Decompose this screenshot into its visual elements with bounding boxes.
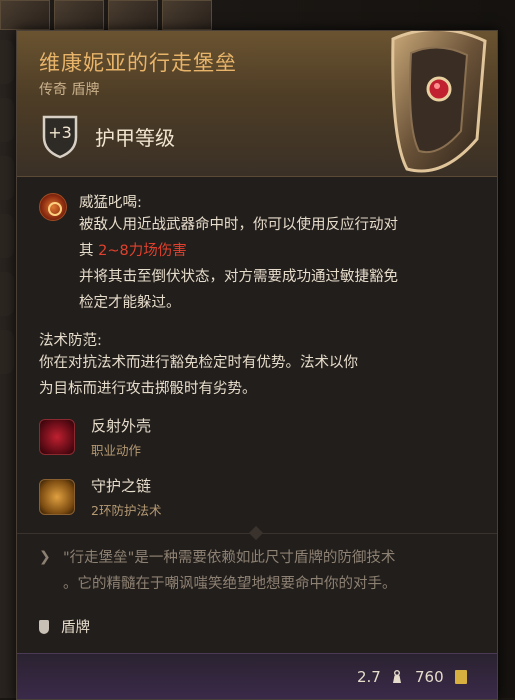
flavor-line: "行走堡垒"是一种需要依赖如此尺寸盾牌的防御技术 bbox=[63, 550, 396, 566]
passive-ability-icon bbox=[39, 193, 67, 221]
flavor-text: ❯ "行走堡垒"是一种需要依赖如此尺寸盾牌的防御技术 。它的精髓在于嘲讽嗤笑绝望… bbox=[39, 545, 479, 597]
passive-retribution: 威猛叱喝: 被敌人用近战武器命中时，你可以使用反应行动对 其 2~8力场伤害 并… bbox=[39, 191, 479, 316]
passive-text-line: 为目标而进行攻击掷骰时有劣势。 bbox=[39, 381, 257, 397]
passive-name: 威猛叱喝: bbox=[79, 195, 142, 211]
hotbar-strip bbox=[0, 0, 230, 30]
passive-spell-resistance: 法术防范: 你在对抗法术而进行豁免检定时有优势。法术以你 为目标而进行攻击掷骰时… bbox=[39, 329, 479, 402]
action-reflective-shell[interactable]: 反射外壳 职业动作 bbox=[39, 409, 479, 465]
hotbar-slot[interactable] bbox=[162, 0, 212, 30]
weight-icon bbox=[393, 670, 401, 683]
side-slot[interactable] bbox=[0, 330, 14, 374]
hotbar-slot[interactable] bbox=[108, 0, 158, 30]
armor-class-shield-icon: +3 bbox=[41, 113, 79, 159]
passive-name: 法术防范: bbox=[39, 333, 102, 349]
shield-icon bbox=[39, 619, 49, 634]
gold-coin-icon bbox=[455, 670, 467, 684]
action-type: 2环防护法术 bbox=[91, 503, 162, 518]
item-category: 盾牌 bbox=[39, 616, 90, 637]
action-warding-bond[interactable]: 守护之链 2环防护法术 bbox=[39, 469, 479, 525]
damage-value[interactable]: 2~8力场伤害 bbox=[98, 243, 187, 259]
side-slot[interactable] bbox=[0, 40, 14, 84]
action-type: 职业动作 bbox=[91, 443, 142, 458]
side-slot[interactable] bbox=[0, 272, 14, 316]
item-rarity-type: 传奇 盾牌 bbox=[39, 82, 100, 98]
armor-class-value: +3 bbox=[48, 123, 72, 142]
side-slot[interactable] bbox=[0, 214, 14, 258]
armor-class-label: 护甲等级 bbox=[95, 125, 175, 150]
side-slot[interactable] bbox=[0, 98, 14, 142]
passive-text-line: 检定才能躲过。 bbox=[79, 295, 181, 311]
item-weight: 2.7 bbox=[357, 668, 381, 686]
passive-text-line: 被敌人用近战武器命中时，你可以使用反应行动对 bbox=[79, 217, 398, 233]
side-slot[interactable] bbox=[0, 156, 14, 200]
passive-text-prefix: 其 bbox=[79, 243, 99, 259]
category-label: 盾牌 bbox=[61, 620, 90, 636]
action-name: 守护之链 bbox=[91, 477, 152, 495]
reflective-shell-icon bbox=[39, 419, 75, 455]
tooltip-footer: 2.7 760 bbox=[17, 653, 497, 699]
flavor-line: 。它的精髓在于嘲讽嗤笑绝望地想要命中你的对手。 bbox=[63, 576, 397, 592]
warding-bond-icon bbox=[39, 479, 75, 515]
tooltip-header: 维康妮亚的行走堡垒 传奇 盾牌 +3 护甲等级 bbox=[17, 31, 497, 177]
armor-class: +3 护甲等级 bbox=[41, 113, 175, 159]
passive-text-line: 并将其击至倒伏状态，对方需要成功通过敏捷豁免 bbox=[79, 269, 398, 285]
action-name: 反射外壳 bbox=[91, 417, 152, 435]
granted-actions: 反射外壳 职业动作 守护之链 2环防护法术 bbox=[39, 409, 479, 529]
quill-icon: ❯ bbox=[39, 549, 51, 565]
left-slot-column bbox=[0, 40, 16, 640]
shield-artwork-icon bbox=[391, 31, 487, 173]
passive-text-line: 其 2~8力场伤害 bbox=[79, 238, 398, 264]
item-tooltip: 维康妮亚的行走堡垒 传奇 盾牌 +3 护甲等级 威猛叱喝: 被敌人用近战武器命中… bbox=[16, 30, 498, 700]
hotbar-slot[interactable] bbox=[0, 0, 50, 30]
passive-text-line: 你在对抗法术而进行豁免检定时有优势。法术以你 bbox=[39, 355, 358, 371]
item-value: 760 bbox=[415, 668, 444, 686]
hotbar-slot[interactable] bbox=[54, 0, 104, 30]
item-title: 维康妮亚的行走堡垒 bbox=[39, 51, 237, 75]
